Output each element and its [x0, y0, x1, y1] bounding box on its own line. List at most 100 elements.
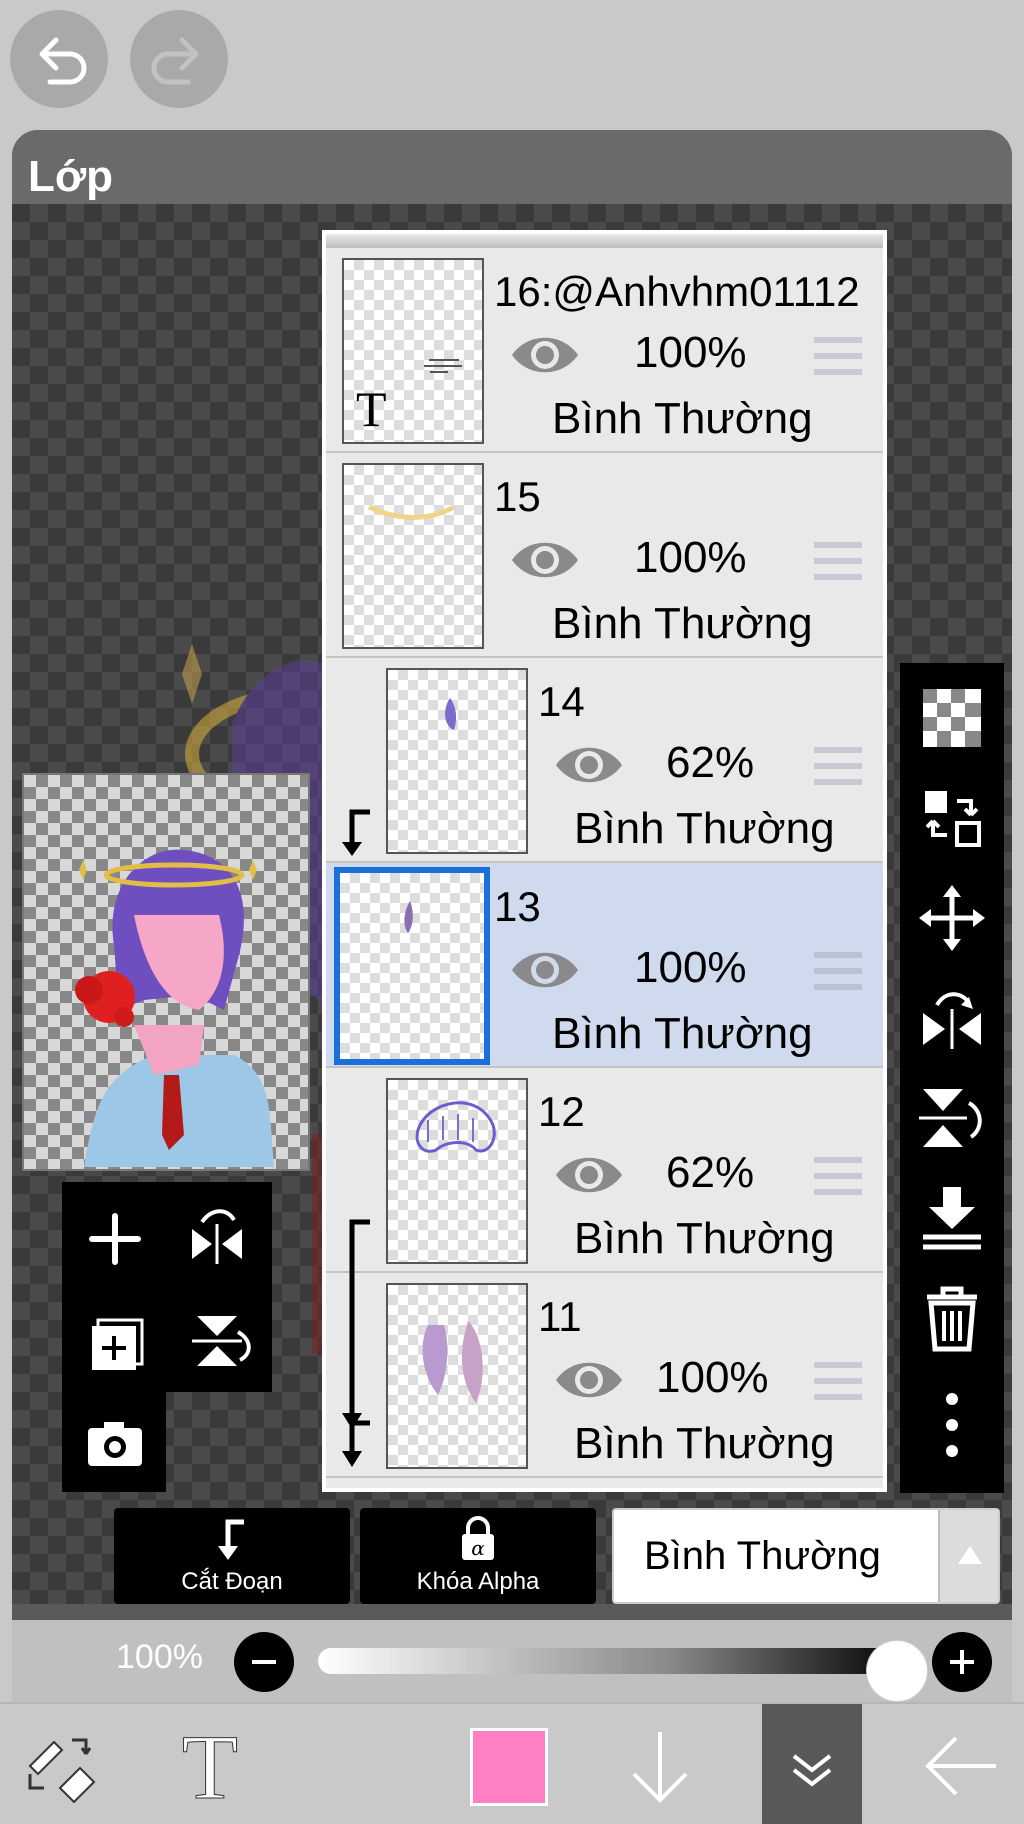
flip-horizontal-layer-button[interactable] [917, 983, 987, 1053]
layer-swap-button[interactable] [917, 783, 987, 853]
clipping-button[interactable]: Cắt Đoạn [114, 1508, 350, 1604]
drag-handle-icon[interactable] [812, 539, 864, 583]
drag-handle-icon[interactable] [812, 949, 864, 993]
layer-list[interactable]: T 16:@Anhvhm01112 100% Bình Thường 15 10… [322, 230, 887, 1492]
arrow-down-button[interactable] [620, 1704, 700, 1824]
alpha-lock-icon: α [462, 1516, 494, 1560]
blend-mode-toggle[interactable] [938, 1510, 998, 1602]
layer-thumbnail [386, 1283, 528, 1469]
drag-handle-icon[interactable] [812, 1154, 864, 1198]
layer-blend-mode: Bình Thường [574, 1419, 835, 1468]
layer-opacity: 100% [634, 328, 747, 377]
slider-knob[interactable] [866, 1640, 928, 1702]
layer-row[interactable]: T 16:@Anhvhm01112 100% Bình Thường [326, 248, 883, 453]
move-button[interactable] [917, 883, 987, 953]
left-tool-group [62, 1182, 272, 1492]
layer-row[interactable]: 11 100% Bình Thường [326, 1273, 883, 1478]
transparency-button[interactable] [917, 683, 987, 753]
flip-horizontal-icon [192, 1209, 242, 1264]
layer-name: 16:@Anhvhm01112 [494, 268, 860, 315]
delete-layer-button[interactable] [917, 1283, 987, 1353]
eye-icon[interactable] [552, 1150, 626, 1200]
undo-button[interactable] [10, 10, 108, 108]
plus-icon [950, 1650, 974, 1674]
layer-row[interactable]: 15 100% Bình Thường [326, 453, 883, 658]
flip-vertical-button[interactable] [172, 1296, 262, 1386]
layer-blend-mode: Bình Thường [574, 804, 835, 853]
merge-down-icon [923, 1187, 981, 1250]
minus-icon [252, 1660, 276, 1664]
duplicate-layer-button[interactable] [70, 1296, 160, 1386]
opacity-bar: 100% [12, 1620, 1012, 1702]
merge-down-button[interactable] [917, 1183, 987, 1253]
alpha-lock-button[interactable]: α Khóa Alpha [360, 1508, 596, 1604]
text-layer-icon: T [356, 381, 387, 437]
layer-name: 13 [494, 883, 541, 930]
layer-opacity: 100% [656, 1353, 769, 1402]
layers-toggle-button[interactable] [762, 1704, 862, 1824]
add-layer-icon [89, 1213, 141, 1265]
layer-name: 12 [538, 1088, 585, 1135]
layer-thumbnail [386, 1078, 528, 1264]
redo-button[interactable] [130, 10, 228, 108]
layer-swap-icon [925, 791, 981, 847]
layer-name: 11 [538, 1293, 582, 1340]
color-swatch-button[interactable] [470, 1728, 548, 1806]
layer-opacity: 100% [634, 943, 747, 992]
layer-name: 14 [538, 678, 585, 725]
clipping-label: Cắt Đoạn [181, 1568, 283, 1595]
layer-thumbnail [342, 463, 484, 649]
add-layer-button[interactable] [70, 1194, 160, 1284]
layer-row[interactable]: 12 62% Bình Thường [326, 1068, 883, 1276]
eye-icon[interactable] [508, 330, 582, 380]
text-tool-button[interactable]: T [170, 1704, 250, 1824]
text-tool-icon: T [181, 1716, 238, 1819]
opacity-increase-button[interactable] [932, 1632, 992, 1692]
eye-icon[interactable] [508, 945, 582, 995]
arrow-down-icon [632, 1732, 688, 1803]
preview-artwork [75, 849, 274, 1167]
svg-text:T: T [182, 1716, 238, 1818]
drag-handle-icon[interactable] [812, 1359, 864, 1403]
clip-icon [342, 809, 370, 856]
more-options-button[interactable] [917, 1383, 987, 1473]
canvas-preview[interactable] [22, 773, 310, 1171]
layer-opacity: 62% [666, 1148, 755, 1197]
layer-name: 15 [494, 473, 541, 520]
opacity-slider[interactable] [318, 1640, 928, 1702]
brush-eraser-swap-icon [28, 1738, 96, 1804]
move-icon [919, 885, 985, 951]
drag-handle-icon[interactable] [812, 744, 864, 788]
layer-row[interactable]: 14 62% Bình Thường [326, 658, 883, 863]
flip-vertical-layer-button[interactable] [917, 1083, 987, 1153]
flip-horizontal-icon [923, 992, 981, 1049]
layer-row-selected[interactable]: 13 100% Bình Thường [326, 863, 883, 1068]
back-button[interactable] [920, 1704, 1004, 1824]
flip-horizontal-button[interactable] [172, 1194, 262, 1284]
layer-blend-mode: Bình Thường [552, 1009, 813, 1058]
back-arrow-icon [925, 1736, 996, 1796]
drag-handle-icon[interactable] [812, 334, 864, 378]
layer-opacity: 100% [634, 533, 747, 582]
duplicate-layer-icon [92, 1318, 144, 1370]
undo-icon [39, 37, 87, 85]
flip-vertical-icon [919, 1089, 982, 1147]
layer-blend-mode: Bình Thường [552, 394, 813, 443]
layer-thumbnail [334, 867, 490, 1065]
eye-icon[interactable] [552, 740, 626, 790]
blend-mode-select[interactable]: Bình Thường [612, 1508, 1000, 1604]
eye-icon[interactable] [508, 535, 582, 585]
svg-text:α: α [471, 1536, 485, 1560]
transparency-icon [923, 689, 981, 747]
camera-button[interactable] [70, 1398, 160, 1488]
opacity-value: 100% [116, 1638, 203, 1676]
redo-icon [151, 37, 199, 85]
brush-eraser-swap-button[interactable] [20, 1704, 100, 1824]
layer-controls: Cắt Đoạn α Khóa Alpha Bình Thường [0, 1500, 1024, 1620]
delete-icon [927, 1286, 977, 1352]
eye-icon[interactable] [552, 1355, 626, 1405]
right-tool-column [900, 663, 1004, 1493]
clip-icon [342, 1273, 370, 1467]
opacity-decrease-button[interactable] [234, 1632, 294, 1692]
top-bar [0, 0, 1024, 130]
